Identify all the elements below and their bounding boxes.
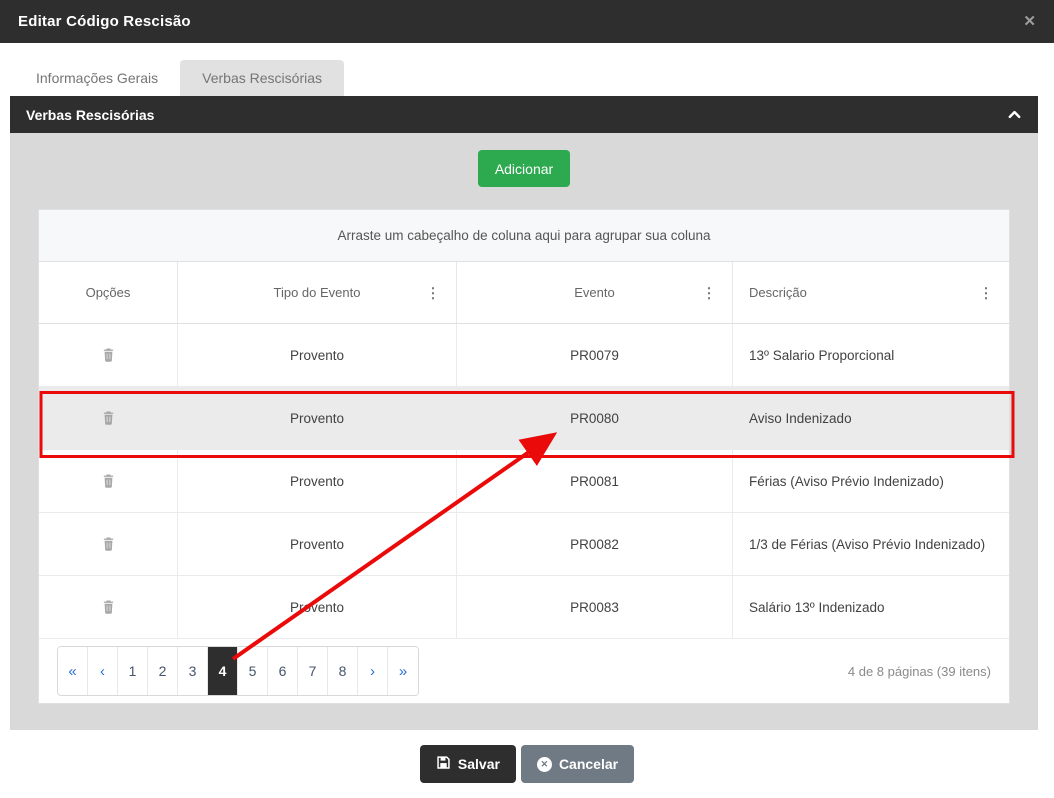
- table-row-highlighted: Provento PR0080 Aviso Indenizado: [39, 387, 1009, 450]
- row-tipo-cell: Provento: [178, 387, 457, 449]
- column-header-descricao[interactable]: Descrição ⋮: [733, 262, 1009, 323]
- row-descricao-cell: Aviso Indenizado: [749, 410, 852, 426]
- column-menu-icon[interactable]: ⋮: [426, 284, 440, 301]
- pager-page-4-active[interactable]: 4: [208, 647, 238, 695]
- row-tipo-cell: Provento: [178, 324, 457, 386]
- row-tipo-cell: Provento: [178, 450, 457, 512]
- pager-first-button[interactable]: «: [58, 647, 88, 695]
- tab-label: Verbas Rescisórias: [202, 70, 322, 86]
- trash-icon[interactable]: [102, 537, 115, 551]
- row-options-cell: [39, 387, 178, 449]
- trash-icon[interactable]: [102, 348, 115, 362]
- pager-buttons: « ‹ 1 2 3 4 5 6 7 8 › »: [57, 646, 419, 696]
- row-descricao-cell: 13º Salario Proporcional: [749, 347, 895, 363]
- pager-page-6[interactable]: 6: [268, 647, 298, 695]
- modal-footer: Salvar ✕ Cancelar: [0, 730, 1054, 798]
- row-evento-cell: PR0081: [457, 450, 733, 512]
- row-options-cell: [39, 450, 178, 512]
- modal-header: Editar Código Rescisão ✕: [0, 0, 1054, 43]
- row-evento-cell: PR0079: [457, 324, 733, 386]
- adicionar-button[interactable]: Adicionar: [477, 150, 571, 187]
- column-menu-icon[interactable]: ⋮: [702, 284, 716, 301]
- trash-icon[interactable]: [102, 600, 115, 614]
- verbas-rescisorias-panel: Verbas Rescisórias Adicionar Arraste um …: [10, 96, 1038, 730]
- trash-icon[interactable]: [102, 474, 115, 488]
- save-icon: [436, 755, 451, 773]
- tab-verbas-rescisorias[interactable]: Verbas Rescisórias: [180, 60, 344, 96]
- column-header-tipo-do-evento[interactable]: Tipo do Evento ⋮: [178, 262, 457, 323]
- trash-icon[interactable]: [102, 411, 115, 425]
- row-options-cell: [39, 324, 178, 386]
- grid-group-hint: Arraste um cabeçalho de coluna aqui para…: [39, 210, 1009, 262]
- cancel-icon: ✕: [536, 756, 552, 772]
- table-row: Provento PR0083 Salário 13º Indenizado: [39, 576, 1009, 639]
- row-tipo-cell: Provento: [178, 576, 457, 638]
- row-descricao-cell: Férias (Aviso Prévio Indenizado): [749, 473, 944, 489]
- column-header-opcoes: Opções: [39, 262, 178, 323]
- grid-header-row: Opções Tipo do Evento ⋮ Evento ⋮ Descriç…: [39, 262, 1009, 324]
- pager-page-5[interactable]: 5: [238, 647, 268, 695]
- tab-label: Informações Gerais: [36, 70, 159, 86]
- table-row: Provento PR0081 Férias (Aviso Prévio Ind…: [39, 450, 1009, 513]
- close-icon[interactable]: ✕: [1023, 14, 1036, 29]
- pager-last-button[interactable]: »: [388, 647, 418, 695]
- table-row: Provento PR0079 13º Salario Proporcional: [39, 324, 1009, 387]
- row-tipo-cell: Provento: [178, 513, 457, 575]
- row-descricao-cell: 1/3 de Férias (Aviso Prévio Indenizado): [749, 536, 986, 552]
- pager: « ‹ 1 2 3 4 5 6 7 8 › » 4 de 8 páginas (…: [39, 639, 1009, 703]
- panel-body: Adicionar Arraste um cabeçalho de coluna…: [10, 133, 1038, 730]
- pager-page-2[interactable]: 2: [148, 647, 178, 695]
- row-options-cell: [39, 576, 178, 638]
- chevron-up-icon[interactable]: [1007, 107, 1022, 122]
- panel-title: Verbas Rescisórias: [26, 106, 155, 123]
- pager-page-8[interactable]: 8: [328, 647, 358, 695]
- column-header-evento[interactable]: Evento ⋮: [457, 262, 733, 323]
- pager-page-3[interactable]: 3: [178, 647, 208, 695]
- pager-next-button[interactable]: ›: [358, 647, 388, 695]
- pager-info: 4 de 8 páginas (39 itens): [847, 663, 991, 679]
- pager-prev-button[interactable]: ‹: [88, 647, 118, 695]
- verbas-grid: Arraste um cabeçalho de coluna aqui para…: [38, 209, 1010, 704]
- cancelar-button[interactable]: ✕ Cancelar: [520, 745, 635, 783]
- tab-informacoes-gerais[interactable]: Informações Gerais: [14, 60, 180, 96]
- row-evento-cell: PR0082: [457, 513, 733, 575]
- tab-bar: Informações Gerais Verbas Rescisórias: [0, 43, 1054, 96]
- pager-page-1[interactable]: 1: [118, 647, 148, 695]
- row-options-cell: [39, 513, 178, 575]
- salvar-button[interactable]: Salvar: [419, 745, 516, 783]
- row-evento-cell: PR0080: [457, 387, 733, 449]
- modal-title: Editar Código Rescisão: [18, 13, 191, 30]
- row-descricao-cell: Salário 13º Indenizado: [749, 599, 885, 615]
- column-menu-icon[interactable]: ⋮: [979, 284, 993, 301]
- table-row: Provento PR0082 1/3 de Férias (Aviso Pré…: [39, 513, 1009, 576]
- row-evento-cell: PR0083: [457, 576, 733, 638]
- panel-header: Verbas Rescisórias: [10, 96, 1038, 133]
- pager-page-7[interactable]: 7: [298, 647, 328, 695]
